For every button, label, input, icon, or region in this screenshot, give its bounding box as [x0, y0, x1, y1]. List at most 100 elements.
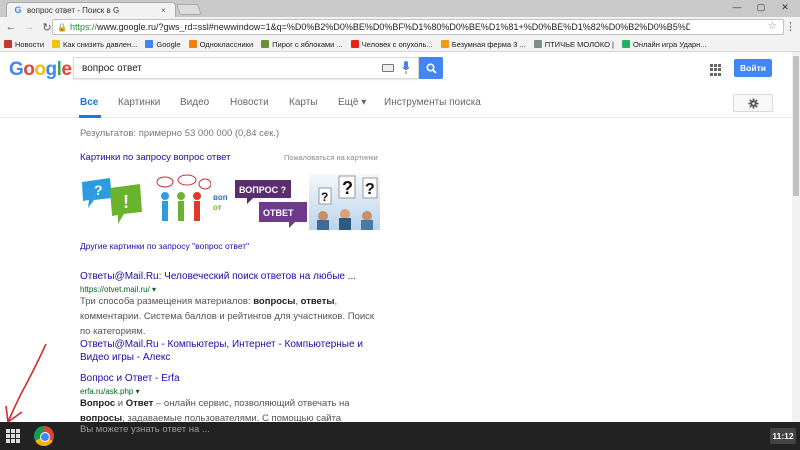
url-options-caret-icon[interactable]: ▾ [136, 387, 140, 396]
bookmark-item[interactable]: Одноклассники [188, 39, 254, 49]
svg-text:?: ? [321, 190, 328, 204]
address-bar[interactable]: 🔒 https://www.google.ru/?gws_rd=ssl#neww… [52, 19, 784, 35]
bookmark-item[interactable]: Новости [4, 40, 44, 49]
window-controls: — ▢ ✕ [726, 0, 796, 14]
system-clock[interactable]: 11:12 [770, 428, 796, 444]
forward-arrow-icon[interactable]: → [22, 20, 36, 34]
result-snippet: Три способа размещения материалов: вопро… [80, 294, 380, 339]
bookmark-label: Человек с опухоль... [361, 39, 433, 49]
bookmark-item[interactable]: Google [145, 39, 181, 49]
microphone-icon[interactable] [402, 61, 410, 75]
bookmark-favicon-icon [440, 40, 449, 48]
minimize-button[interactable]: — [726, 0, 748, 14]
tab-close-icon[interactable]: × [161, 6, 166, 15]
scrollbar-thumb[interactable] [793, 56, 799, 196]
snippet-overflow-line: Вы можете узнать ответ на ... [80, 424, 210, 435]
bookmark-label: ПТИЧЬЕ МОЛОКО | [544, 39, 614, 49]
keyboard-icon[interactable] [382, 64, 394, 72]
tab-images[interactable]: Картинки [118, 97, 160, 108]
tab-title: вопрос ответ - Поиск в G [27, 5, 120, 15]
snippet-bold: вопросы [253, 296, 296, 307]
tab-news[interactable]: Новости [230, 97, 269, 108]
logo-letter: o [34, 59, 46, 80]
snippet-bold: Ответ [125, 398, 154, 409]
result-sitelink[interactable]: Ответы@Mail.Ru - Компьютеры, Интернет - … [80, 338, 380, 364]
bookmark-label: Онлайн игра Ударн... [632, 39, 707, 49]
bookmark-favicon-icon [350, 40, 359, 48]
bookmark-favicon-icon [4, 40, 12, 48]
gear-icon [747, 97, 759, 109]
image-thumbnail[interactable]: воп от [213, 174, 231, 230]
image-thumbnail[interactable]: ВОПРОС ? ОТВЕТ [232, 174, 308, 230]
snippet-bold: Вопрос [80, 398, 116, 409]
bookmark-favicon-icon [261, 40, 270, 48]
bookmark-item[interactable]: ПТИЧЬЕ МОЛОКО | [533, 39, 614, 49]
close-window-button[interactable]: ✕ [774, 0, 796, 14]
snippet-bold: ответы [300, 296, 335, 307]
page-scrollbar[interactable] [792, 52, 800, 422]
active-tab-indicator [79, 115, 101, 118]
result-title-link[interactable]: Ответы@Mail.Ru: Человеческий поиск ответ… [80, 271, 356, 282]
bookmark-star-icon[interactable]: ☆ [768, 21, 777, 32]
more-images-link[interactable]: Другие картинки по запросу "вопрос ответ… [80, 241, 249, 251]
bookmark-label: Google [156, 39, 181, 49]
search-icon [425, 62, 437, 74]
bookmark-label: Пирог с яблоками ... [272, 39, 343, 49]
browser-tab[interactable]: G вопрос ответ - Поиск в G × [6, 2, 176, 17]
search-tabs: Все Картинки Видео Новости Карты Ещё ▾ И… [0, 88, 800, 118]
thumbnail-word: ОТВЕТ [263, 208, 294, 218]
result-url-text: erfa.ru/ask.php [80, 387, 134, 396]
svg-text:?: ? [365, 181, 375, 198]
chrome-menu-icon[interactable]: ⋮ [785, 20, 796, 33]
signin-button[interactable]: Войти [734, 59, 772, 77]
svg-text:!: ! [123, 192, 129, 212]
browser-toolbar: ← → ↻ 🔒 https://www.google.ru/?gws_rd=ss… [0, 17, 800, 37]
url-options-caret-icon[interactable]: ▾ [152, 285, 156, 294]
tab-video[interactable]: Видео [180, 97, 209, 108]
maximize-button[interactable]: ▢ [750, 0, 772, 14]
result-url: https://otvet.mail.ru/ ▾ [80, 285, 156, 294]
bookmark-item[interactable]: Онлайн игра Ударн... [621, 39, 707, 49]
bookmark-label: Новости [15, 39, 45, 49]
bookmark-item[interactable]: Пирог с яблоками ... [261, 40, 343, 49]
thumbnail-word: ВОПРОС ? [239, 185, 286, 195]
url-scheme: https:// [69, 22, 97, 32]
result-title-link[interactable]: Вопрос и Ответ - Erfa [80, 373, 180, 384]
search-query: вопрос ответ [82, 62, 143, 74]
snippet-text: и [115, 398, 126, 409]
bookmark-item[interactable]: Человек с опухоль... [350, 39, 433, 49]
tab-search-tools[interactable]: Инструменты поиска [384, 97, 481, 108]
bookmark-item[interactable]: Как снизить давлен... [52, 40, 137, 49]
new-tab-button[interactable] [175, 4, 203, 15]
search-input[interactable]: вопрос ответ [73, 57, 419, 79]
result-url: erfa.ru/ask.php ▾ [80, 387, 140, 396]
images-heading-link[interactable]: Картинки по запросу вопрос ответ [80, 152, 230, 163]
tab-maps[interactable]: Карты [289, 97, 318, 108]
google-header: Google вопрос ответ Войти [0, 52, 800, 88]
report-images-link[interactable]: Пожаловаться на картинки [284, 153, 378, 162]
google-logo[interactable]: Google [9, 59, 72, 81]
app-launcher-icon[interactable] [6, 429, 20, 443]
url-rest: www.google.ru/?gws_rd=ssl#newwindow=1&q=… [96, 22, 690, 32]
bookmark-item[interactable]: Безумная ферма 3 ... [440, 40, 526, 49]
image-thumbnail[interactable]: ? ? ? [309, 174, 380, 230]
logo-letter: G [9, 59, 24, 80]
settings-button[interactable] [733, 94, 773, 112]
bookmark-favicon-icon [145, 40, 154, 48]
tab-all[interactable]: Все [80, 97, 98, 108]
tab-more[interactable]: Ещё ▾ [338, 97, 366, 108]
lock-icon: 🔒 [57, 22, 67, 32]
search-button[interactable] [419, 57, 443, 79]
bookmark-favicon-icon [52, 40, 61, 48]
bookmarks-bar: Новости Как снизить давлен... Google Однокл… [0, 37, 800, 52]
image-thumbnail[interactable]: ? ! [80, 174, 151, 230]
image-thumbnail[interactable] [152, 174, 212, 230]
google-apps-icon[interactable] [710, 64, 722, 76]
svg-text:?: ? [342, 178, 353, 198]
bookmark-favicon-icon [188, 40, 197, 48]
annotation-arrow [5, 343, 47, 423]
back-arrow-icon[interactable]: ← [4, 20, 18, 34]
svg-text:?: ? [94, 182, 103, 198]
logo-letter: g [45, 59, 58, 80]
bookmark-label: Одноклассники [199, 39, 254, 49]
